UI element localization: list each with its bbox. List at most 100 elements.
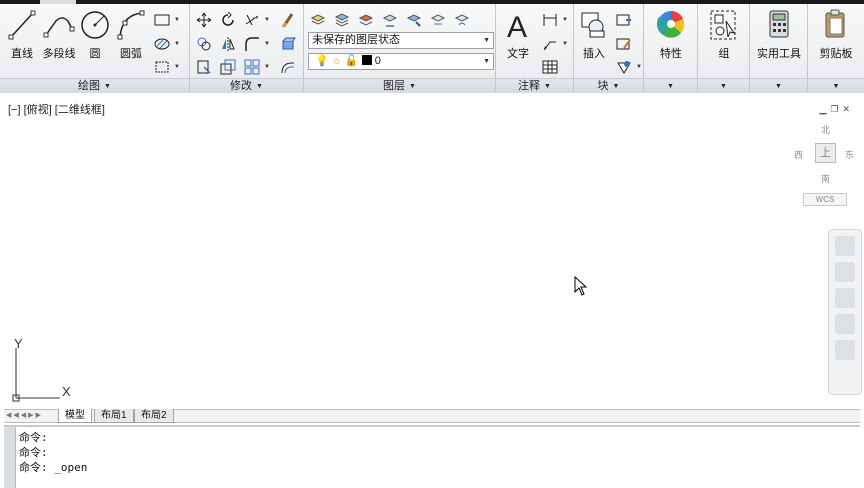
table-button[interactable] xyxy=(540,57,560,76)
sun-icon: ☼ xyxy=(331,55,342,67)
block-attributes-dropdown[interactable]: ▼ xyxy=(636,57,643,76)
layer-properties-button[interactable] xyxy=(308,10,328,29)
hatch-button[interactable] xyxy=(152,34,172,53)
current-layer-combo[interactable]: 💡 ☼ 🔓 0 ▼ xyxy=(308,53,494,70)
layer-match-button[interactable] xyxy=(380,10,400,29)
mouse-cursor-icon xyxy=(574,276,588,296)
block-panel-title[interactable]: 块 ▼ xyxy=(574,78,643,93)
line-button[interactable]: 直线 xyxy=(4,7,40,63)
viewcube[interactable]: 北 西 上 东 南 xyxy=(794,123,858,187)
dimension-button[interactable] xyxy=(540,10,560,29)
layer-isolate-icon xyxy=(358,13,374,26)
tab-scroll-arrows[interactable]: ◀◀◀▶▶ xyxy=(6,411,43,419)
circle-button[interactable]: 圆 xyxy=(78,7,112,63)
viewcube-east[interactable]: 东 xyxy=(845,148,854,161)
properties-button[interactable]: 特性 xyxy=(653,7,689,63)
viewcube-west[interactable]: 西 xyxy=(794,148,803,161)
properties-panel-expander[interactable]: ▼ xyxy=(644,78,697,93)
showmotion-icon[interactable] xyxy=(835,340,855,360)
utilities-label: 实用工具 xyxy=(757,48,801,60)
create-block-button[interactable] xyxy=(614,10,634,29)
layer-unisolate-button[interactable] xyxy=(404,10,424,29)
array-icon xyxy=(244,59,260,74)
region-dropdown[interactable]: ▼ xyxy=(174,57,181,76)
close-icon[interactable]: ✕ xyxy=(842,104,850,115)
insert-button[interactable]: 插入 xyxy=(576,7,612,63)
utilities-panel-expander[interactable]: ▼ xyxy=(750,78,807,93)
explode-icon xyxy=(282,37,296,49)
scale-button[interactable] xyxy=(218,57,238,76)
viewcube-north[interactable]: 北 xyxy=(821,123,830,136)
restore-icon[interactable]: ❐ xyxy=(830,104,838,115)
rotate-button[interactable] xyxy=(218,10,238,29)
svg-text:A: A xyxy=(507,11,527,43)
region-button[interactable] xyxy=(152,57,172,76)
clipboard-panel-expander[interactable]: ▼ xyxy=(808,78,864,93)
layer-freeze-button[interactable] xyxy=(452,10,472,29)
stretch-button[interactable] xyxy=(194,57,214,76)
wcs-menu[interactable]: WCS xyxy=(803,193,847,206)
array-button[interactable] xyxy=(242,57,262,76)
command-window[interactable]: 命令: 命令: 命令: _open xyxy=(4,425,860,488)
layer-color-swatch xyxy=(361,55,372,65)
utilities-button[interactable]: 实用工具 xyxy=(754,7,804,63)
edit-block-button[interactable] xyxy=(614,34,634,53)
edit-block-icon xyxy=(616,38,631,49)
layer-state-button[interactable] xyxy=(332,10,352,29)
steering-wheel-icon[interactable] xyxy=(835,236,855,256)
viewcube-top-face[interactable]: 上 xyxy=(815,143,836,163)
fillet-dropdown[interactable]: ▼ xyxy=(264,34,271,53)
modify-panel-title[interactable]: 修改 ▼ xyxy=(190,78,303,93)
layers-panel-title[interactable]: 图层 ▼ xyxy=(304,78,495,93)
draw-panel: 直线 多段线 圆 圆弧 ▼ ▼ ▼ 绘图 ▼ xyxy=(0,4,190,93)
ucs-x-label: X xyxy=(62,384,71,399)
groups-panel-expander[interactable]: ▼ xyxy=(698,78,749,93)
drawing-viewport[interactable]: [−] [俯视] [二维线框] ▁ ❐ ✕ 北 西 上 东 南 WCS Y X xyxy=(4,96,862,409)
stretch-icon xyxy=(197,60,211,74)
offset-button[interactable] xyxy=(278,57,298,76)
text-button[interactable]: A 文字 xyxy=(500,7,536,63)
pan-icon[interactable] xyxy=(835,262,855,282)
group-button[interactable]: 组 xyxy=(706,7,742,63)
trim-dropdown[interactable]: ▼ xyxy=(264,10,271,29)
layer-off-button[interactable] xyxy=(428,10,448,29)
viewcube-south[interactable]: 南 xyxy=(821,172,830,185)
arc-button[interactable]: 圆弧 xyxy=(114,7,148,63)
layer-unisolate-icon xyxy=(406,13,422,27)
fillet-button[interactable] xyxy=(242,34,262,53)
trim-button[interactable] xyxy=(242,10,262,29)
annotation-panel-title[interactable]: 注释 ▼ xyxy=(496,78,573,93)
tab-model[interactable]: 模型 xyxy=(58,409,92,423)
tab-layout2[interactable]: 布局2 xyxy=(134,409,174,423)
dimension-dropdown[interactable]: ▼ xyxy=(562,10,569,29)
draw-panel-title[interactable]: 绘图 ▼ xyxy=(0,78,189,93)
rectangle-button[interactable] xyxy=(152,10,172,29)
leader-button[interactable] xyxy=(540,34,560,53)
explode-button[interactable] xyxy=(278,34,298,53)
array-dropdown[interactable]: ▼ xyxy=(264,57,271,76)
leader-dropdown[interactable]: ▼ xyxy=(562,34,569,53)
layer-isolate-button[interactable] xyxy=(356,10,376,29)
hatch-dropdown[interactable]: ▼ xyxy=(174,34,181,53)
ribbon: 直线 多段线 圆 圆弧 ▼ ▼ ▼ 绘图 ▼ ▼ ▼ ▼ 修改 ▼ 未保存的图层… xyxy=(0,4,864,93)
block-attributes-button[interactable] xyxy=(614,57,634,76)
minimize-icon[interactable]: ▁ xyxy=(819,104,826,115)
viewport-controls-label[interactable]: [−] [俯视] [二维线框] xyxy=(8,101,105,117)
zoom-icon[interactable] xyxy=(835,288,855,308)
navigation-bar[interactable] xyxy=(828,229,862,395)
rectangle-dropdown[interactable]: ▼ xyxy=(174,10,181,29)
tab-layout1[interactable]: 布局1 xyxy=(94,409,134,423)
clipboard-button[interactable]: 剪贴板 xyxy=(812,7,860,63)
move-button[interactable] xyxy=(194,10,214,29)
ucs-y-label: Y xyxy=(14,338,23,351)
copy-button[interactable] xyxy=(194,34,214,53)
orbit-icon[interactable] xyxy=(835,314,855,334)
text-icon: A xyxy=(507,11,527,44)
erase-button[interactable] xyxy=(278,10,298,29)
polyline-button[interactable]: 多段线 xyxy=(40,7,78,63)
mirror-button[interactable] xyxy=(218,34,238,53)
block-panel: 插入 ▼ 块 ▼ xyxy=(574,4,644,93)
command-window-grip[interactable] xyxy=(4,427,16,488)
layer-state-combo[interactable]: 未保存的图层状态 ▼ xyxy=(308,32,494,49)
expand-arrow-icon: ▼ xyxy=(612,83,620,90)
